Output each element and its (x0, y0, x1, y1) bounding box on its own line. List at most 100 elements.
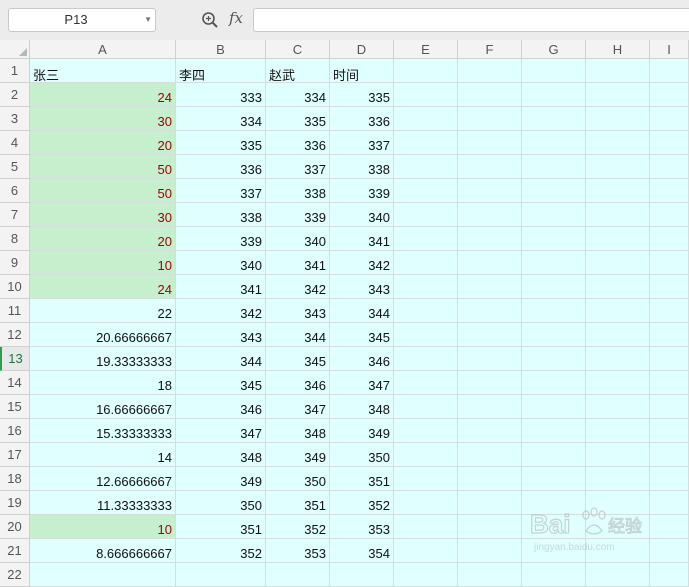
cell-i12[interactable] (650, 323, 689, 347)
cell-i10[interactable] (650, 275, 689, 299)
cell-f4[interactable] (458, 131, 522, 155)
cell-g17[interactable] (522, 443, 586, 467)
cell-b9[interactable]: 340 (176, 251, 266, 275)
cell-c16[interactable]: 348 (266, 419, 330, 443)
cell-f22[interactable] (458, 563, 522, 587)
column-header-i[interactable]: I (650, 40, 689, 59)
cell-e3[interactable] (394, 107, 458, 131)
cell-e12[interactable] (394, 323, 458, 347)
cell-f15[interactable] (458, 395, 522, 419)
cell-g21[interactable] (522, 539, 586, 563)
cell-b22[interactable] (176, 563, 266, 587)
cell-e9[interactable] (394, 251, 458, 275)
cell-d12[interactable]: 345 (330, 323, 394, 347)
cell-b3[interactable]: 334 (176, 107, 266, 131)
cell-b5[interactable]: 336 (176, 155, 266, 179)
cell-e18[interactable] (394, 467, 458, 491)
cell-d2[interactable]: 335 (330, 83, 394, 107)
cell-i2[interactable] (650, 83, 689, 107)
cell-h18[interactable] (586, 467, 650, 491)
cell-h6[interactable] (586, 179, 650, 203)
cell-f12[interactable] (458, 323, 522, 347)
cell-a6[interactable]: 50 (30, 179, 176, 203)
column-header-a[interactable]: A (30, 40, 176, 59)
cell-h22[interactable] (586, 563, 650, 587)
cell-f6[interactable] (458, 179, 522, 203)
cell-c1[interactable]: 赵武 (266, 59, 330, 83)
name-box[interactable]: P13 ▼ (8, 8, 156, 32)
cell-g8[interactable] (522, 227, 586, 251)
cell-f14[interactable] (458, 371, 522, 395)
cell-f5[interactable] (458, 155, 522, 179)
cell-e22[interactable] (394, 563, 458, 587)
cell-f7[interactable] (458, 203, 522, 227)
cell-b8[interactable]: 339 (176, 227, 266, 251)
cell-b18[interactable]: 349 (176, 467, 266, 491)
cell-h19[interactable] (586, 491, 650, 515)
cell-b20[interactable]: 351 (176, 515, 266, 539)
cell-d7[interactable]: 340 (330, 203, 394, 227)
row-header[interactable]: 19 (0, 491, 30, 515)
cell-b12[interactable]: 343 (176, 323, 266, 347)
cell-c5[interactable]: 337 (266, 155, 330, 179)
cell-d6[interactable]: 339 (330, 179, 394, 203)
row-header[interactable]: 16 (0, 419, 30, 443)
cell-f11[interactable] (458, 299, 522, 323)
cell-d18[interactable]: 351 (330, 467, 394, 491)
fx-label[interactable]: fx (229, 9, 243, 27)
cell-i17[interactable] (650, 443, 689, 467)
cell-i3[interactable] (650, 107, 689, 131)
cell-e8[interactable] (394, 227, 458, 251)
row-header[interactable]: 18 (0, 467, 30, 491)
cell-b14[interactable]: 345 (176, 371, 266, 395)
cell-a20[interactable]: 10 (30, 515, 176, 539)
row-header[interactable]: 6 (0, 179, 30, 203)
cell-e1[interactable] (394, 59, 458, 83)
chevron-down-icon[interactable]: ▼ (144, 9, 152, 31)
cell-f18[interactable] (458, 467, 522, 491)
cell-f3[interactable] (458, 107, 522, 131)
cell-h8[interactable] (586, 227, 650, 251)
cell-g3[interactable] (522, 107, 586, 131)
cell-d16[interactable]: 349 (330, 419, 394, 443)
cell-e10[interactable] (394, 275, 458, 299)
cell-c17[interactable]: 349 (266, 443, 330, 467)
cell-a13[interactable]: 19.33333333 (30, 347, 176, 371)
cell-c15[interactable]: 347 (266, 395, 330, 419)
cell-a11[interactable]: 22 (30, 299, 176, 323)
cell-g18[interactable] (522, 467, 586, 491)
cell-c6[interactable]: 338 (266, 179, 330, 203)
cell-f2[interactable] (458, 83, 522, 107)
cell-i8[interactable] (650, 227, 689, 251)
cell-i5[interactable] (650, 155, 689, 179)
cell-e2[interactable] (394, 83, 458, 107)
cell-e16[interactable] (394, 419, 458, 443)
cell-d15[interactable]: 348 (330, 395, 394, 419)
cell-d5[interactable]: 338 (330, 155, 394, 179)
column-header-h[interactable]: H (586, 40, 650, 59)
row-header[interactable]: 12 (0, 323, 30, 347)
cell-c12[interactable]: 344 (266, 323, 330, 347)
row-header[interactable]: 20 (0, 515, 30, 539)
cell-b11[interactable]: 342 (176, 299, 266, 323)
cell-h11[interactable] (586, 299, 650, 323)
row-header[interactable]: 9 (0, 251, 30, 275)
formula-input[interactable] (253, 8, 689, 32)
cell-g22[interactable] (522, 563, 586, 587)
cell-c8[interactable]: 340 (266, 227, 330, 251)
cell-e6[interactable] (394, 179, 458, 203)
row-header[interactable]: 2 (0, 83, 30, 107)
row-header[interactable]: 10 (0, 275, 30, 299)
cell-i9[interactable] (650, 251, 689, 275)
row-header[interactable]: 17 (0, 443, 30, 467)
cell-f10[interactable] (458, 275, 522, 299)
column-header-b[interactable]: B (176, 40, 266, 59)
cell-g19[interactable] (522, 491, 586, 515)
cell-e5[interactable] (394, 155, 458, 179)
cell-c19[interactable]: 351 (266, 491, 330, 515)
cell-b21[interactable]: 352 (176, 539, 266, 563)
select-all-corner[interactable] (0, 40, 30, 59)
cell-f16[interactable] (458, 419, 522, 443)
cell-b19[interactable]: 350 (176, 491, 266, 515)
cell-d3[interactable]: 336 (330, 107, 394, 131)
